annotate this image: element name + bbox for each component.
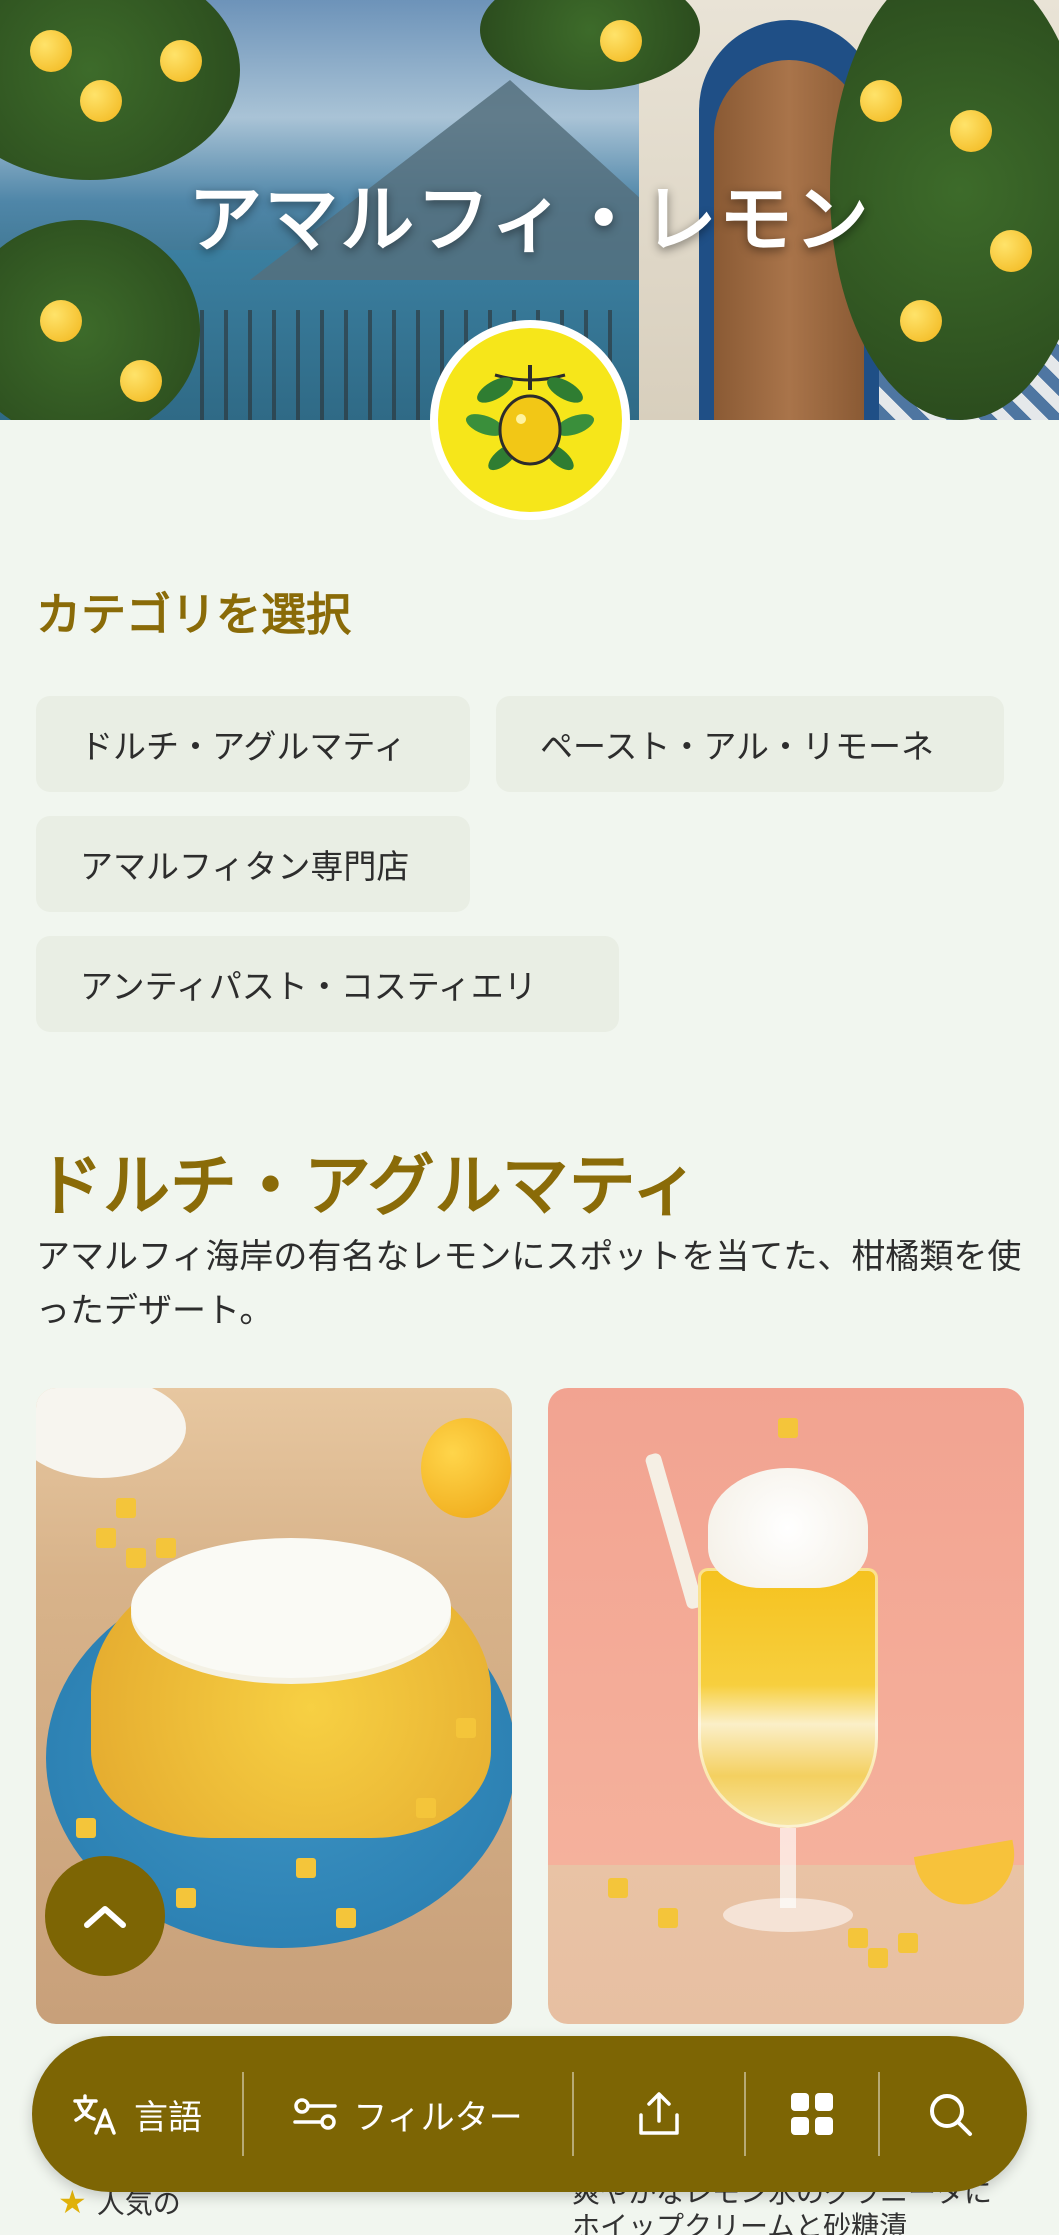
bottom-toolbar: 言語 フィルター	[32, 2036, 1027, 2192]
brand-logo	[430, 320, 630, 520]
glass-stem	[780, 1828, 796, 1908]
translate-icon	[73, 2094, 116, 2135]
category-description: アマルフィ海岸の有名なレモンにスポットを当てた、柑橘類を使ったデザート。	[36, 1237, 1022, 1331]
category-title: ドルチ・アグルマティ	[36, 1147, 699, 1225]
lemon-cube	[296, 1858, 316, 1878]
hero-lemon	[80, 80, 122, 122]
hero-lemon	[30, 30, 72, 72]
hero-lemon	[120, 360, 162, 402]
hero-lemon	[40, 300, 82, 342]
share-icon	[639, 2092, 679, 2135]
lemon-slice-image	[913, 1839, 1023, 1913]
share-button[interactable]	[574, 2036, 744, 2192]
lemon-cube	[126, 1548, 146, 1568]
lemon-cube	[456, 1718, 476, 1738]
lemon-cube	[778, 1418, 798, 1438]
lemon-cube	[898, 1933, 918, 1953]
lemon-cube	[96, 1528, 116, 1548]
small-plate-image	[36, 1388, 186, 1478]
chevron-up-icon	[84, 1906, 126, 1928]
glass-image	[698, 1568, 878, 1828]
language-button[interactable]: 言語	[32, 2036, 242, 2192]
hero-lemon	[950, 110, 992, 152]
cake-image	[91, 1478, 491, 1838]
whipped-cream-image	[708, 1468, 868, 1588]
hero-lemon	[600, 20, 642, 62]
lemon-logo-icon	[438, 328, 622, 512]
lemon-cube	[416, 1798, 436, 1818]
category-chip[interactable]: アマルフィタン専門店	[36, 816, 470, 912]
filter-icon	[293, 2098, 338, 2130]
lemon-cube	[336, 1908, 356, 1928]
page-title: アマルフィ・レモン	[188, 177, 871, 263]
back-to-top-button[interactable]	[45, 1856, 165, 1976]
search-icon	[930, 2094, 972, 2136]
lemon-cube	[176, 1888, 196, 1908]
menu-item-card[interactable]	[548, 1388, 1024, 2024]
lemon-cube	[76, 1818, 96, 1838]
grid-view-button[interactable]	[746, 2036, 878, 2192]
lemon-cube	[156, 1538, 176, 1558]
search-button[interactable]	[880, 2036, 1020, 2192]
category-chip[interactable]: ペースト・アル・リモーネ	[496, 696, 1004, 792]
hero-lemon	[860, 80, 902, 122]
filter-button[interactable]: フィルター	[244, 2036, 572, 2192]
straw-image	[644, 1451, 704, 1611]
hero-lemon	[160, 40, 202, 82]
grid-icon	[791, 2093, 833, 2135]
hero-lemon	[900, 300, 942, 342]
lemon-cube	[608, 1878, 628, 1898]
filter-label: フィルター	[353, 2097, 523, 2138]
category-chip[interactable]: ドルチ・アグルマティ	[36, 696, 470, 792]
language-label: 言語	[134, 2097, 202, 2138]
lemon-cube	[658, 1908, 678, 1928]
lemon-cube	[116, 1498, 136, 1518]
category-chip[interactable]: アンティパスト・コスティエリ	[36, 936, 619, 1032]
category-select-heading: カテゴリを選択	[36, 588, 352, 641]
glass-foot	[723, 1898, 853, 1932]
hero-foliage	[0, 0, 240, 180]
lemon-cube	[868, 1948, 888, 1968]
lemon-cube	[848, 1928, 868, 1948]
